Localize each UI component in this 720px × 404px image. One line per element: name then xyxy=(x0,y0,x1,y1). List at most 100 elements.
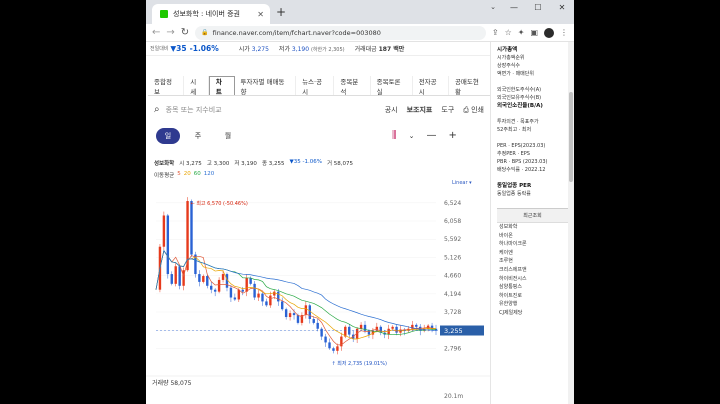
tab-overview[interactable]: 종합정보 xyxy=(148,76,185,96)
recent-item[interactable]: 케이엔 xyxy=(497,249,568,258)
side-row: 상장주식수 xyxy=(497,63,521,69)
tab-chart[interactable]: 차트 xyxy=(208,76,235,96)
recent-item[interactable]: 삼양통핑스 xyxy=(497,283,568,292)
price-chart[interactable]: 6,5246,0585,5925,1264,6604,1943,7283,262… xyxy=(146,190,490,404)
candle-body xyxy=(229,287,233,298)
recent-item[interactable]: 크리스에프앤 xyxy=(497,266,568,275)
share-icon[interactable]: ⇪ xyxy=(492,28,499,37)
limit-label: (하한가 2,305) xyxy=(311,47,345,53)
zoom-out-icon[interactable]: — xyxy=(426,130,436,141)
change-value: ▼35 xyxy=(170,44,187,53)
recent-item[interactable]: 성보화학 xyxy=(497,223,568,232)
indicator-button[interactable]: 보조지표 xyxy=(407,105,433,115)
extensions-icon[interactable]: ✦ xyxy=(518,28,525,37)
maximize-icon[interactable]: ☐ xyxy=(526,0,550,14)
last-price-label: 3,255 xyxy=(444,327,463,335)
prev-label: 전일대비 xyxy=(150,46,169,52)
candle-body xyxy=(387,328,390,335)
browser-tab[interactable]: 성보화학 : 네이버 증권 ✕ xyxy=(152,4,270,24)
candle-body xyxy=(304,305,308,316)
notice-button[interactable]: 공시 xyxy=(385,105,398,115)
side-row: 추정PER · EPS xyxy=(497,151,530,157)
tab-analysis[interactable]: 종목분석 xyxy=(334,76,371,96)
y-tick-label: 5,126 xyxy=(444,254,461,261)
compare-search-input[interactable]: 종목 또는 지수비교 xyxy=(166,105,222,115)
side-row: 52주최고 · 최저 xyxy=(497,127,532,133)
moving-average-line xyxy=(155,249,437,331)
url-field[interactable]: 🔒 finance.naver.com/item/fchart.naver?co… xyxy=(195,25,486,40)
candle-body xyxy=(336,346,339,351)
tab-investor[interactable]: 투자자별 매매동향 xyxy=(235,76,297,96)
tools-button[interactable]: 도구 xyxy=(441,105,454,115)
address-bar: ← → ↻ 🔒 finance.naver.com/item/fchart.na… xyxy=(146,24,574,42)
forward-icon[interactable]: → xyxy=(166,27,174,38)
volume-label: 거래량 58,075 xyxy=(152,379,192,387)
period-day[interactable]: 일 xyxy=(156,128,180,144)
tab-disclosure[interactable]: 전자공시 xyxy=(413,76,449,96)
scrollbar[interactable] xyxy=(568,42,574,404)
back-icon[interactable]: ← xyxy=(152,27,160,38)
candle-body xyxy=(324,336,327,343)
menu-icon[interactable]: ⋮ xyxy=(560,28,568,37)
open-value: 3,275 xyxy=(251,46,269,53)
recent-item[interactable]: 바이온 xyxy=(497,232,568,241)
minimize-icon[interactable]: — xyxy=(502,0,526,14)
print-button[interactable]: ⎙ 인쇄 xyxy=(463,105,484,115)
ma-120: 120 xyxy=(203,171,215,177)
candle-body xyxy=(190,201,193,255)
close-tab-icon[interactable]: ✕ xyxy=(257,10,264,19)
side-row: 외국인보유주식수(B) xyxy=(497,95,542,101)
recent-item[interactable]: 하이트진로 xyxy=(497,292,568,301)
zoom-in-icon[interactable]: + xyxy=(448,130,456,141)
side-row: 액면가 · 매매단위 xyxy=(497,71,534,77)
new-tab-icon[interactable]: + xyxy=(276,5,286,19)
low-value: 3,190 xyxy=(291,46,310,53)
candle-body xyxy=(332,348,335,351)
tab-discussion[interactable]: 종목토론실 xyxy=(371,76,413,96)
search-icon: ⌕ xyxy=(154,104,160,115)
scroll-thumb[interactable] xyxy=(569,92,573,182)
close-window-icon[interactable]: ✕ xyxy=(550,0,574,14)
scale-dropdown[interactable]: Linear ▾ xyxy=(452,180,472,186)
recent-item[interactable]: CJ제일제당 xyxy=(497,309,568,318)
y-tick-label: 4,194 xyxy=(444,291,461,298)
candle-body xyxy=(265,301,268,306)
low-label: 저가 xyxy=(278,46,290,53)
candle-body xyxy=(233,297,237,300)
period-week[interactable]: 주 xyxy=(186,128,210,144)
side-row: 동일업종 PER xyxy=(497,183,532,189)
chart-toolbar: ⌕ 종목 또는 지수비교 공시 보조지표 도구 ⎙ 인쇄 xyxy=(154,104,484,115)
recent-item[interactable]: 하나마이크론 xyxy=(497,240,568,249)
y-tick-label: 5,592 xyxy=(444,236,461,243)
open-info: 시 3,275 xyxy=(179,161,202,167)
open-label: 시가 xyxy=(238,46,250,53)
side-row: 동일업종 등락률 xyxy=(497,191,531,197)
candle-body xyxy=(174,266,177,284)
ma-60: 60 xyxy=(193,171,201,177)
sidebar-icon[interactable]: ▣ xyxy=(530,28,538,37)
chevron-down-icon[interactable]: ⌄ xyxy=(490,3,496,11)
naver-favicon-icon xyxy=(160,10,168,18)
candle-icon[interactable]: ⫼ xyxy=(392,130,397,141)
ma-5: 5 xyxy=(177,171,181,177)
change-pct: -1.06% xyxy=(189,44,219,53)
tab-quotes[interactable]: 시세 xyxy=(184,76,209,96)
tab-news[interactable]: 뉴스·공시 xyxy=(296,76,335,96)
candle-body xyxy=(166,215,170,275)
candle-body xyxy=(308,305,312,319)
candle-body xyxy=(273,291,276,296)
star-icon[interactable]: ☆ xyxy=(505,28,512,37)
candle-body xyxy=(198,274,201,282)
reload-icon[interactable]: ↻ xyxy=(181,27,189,38)
candle-body xyxy=(213,289,217,292)
candle-body xyxy=(178,266,181,286)
tab-short[interactable]: 공매도현황 xyxy=(449,76,490,96)
profile-avatar[interactable] xyxy=(544,27,554,38)
chevron-down-icon[interactable]: ⌄ xyxy=(409,132,415,140)
period-month[interactable]: 월 xyxy=(216,128,240,144)
recent-item[interactable]: 유한양행 xyxy=(497,300,568,309)
recent-item[interactable]: 조루현 xyxy=(497,257,568,266)
recent-item[interactable]: 하이비전시스 xyxy=(497,275,568,284)
trade-amount-value: 187 백만 xyxy=(378,46,405,53)
browser-window: 성보화학 : 네이버 증권 ✕ + ⌄ — ☐ ✕ ← → ↻ 🔒 financ… xyxy=(146,0,574,404)
